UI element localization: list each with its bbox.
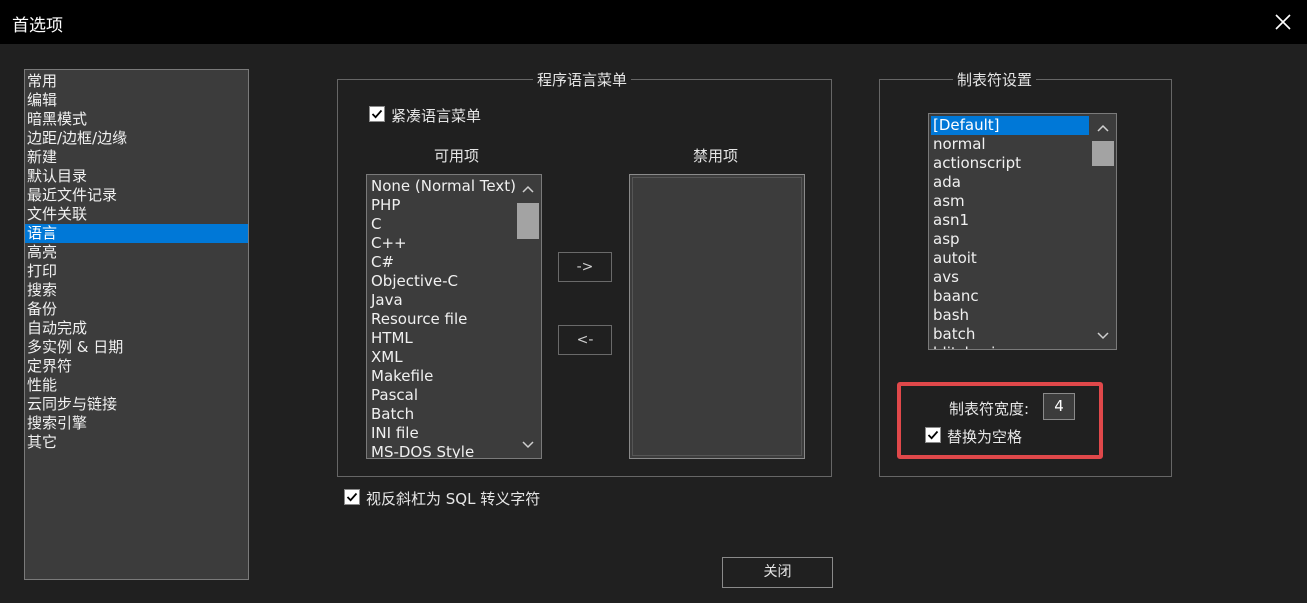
- category-item[interactable]: 搜索引擎: [25, 414, 248, 433]
- tab-list-scroll-thumb[interactable]: [1092, 141, 1114, 166]
- sql-escape-label: 视反斜杠为 SQL 转义字符: [366, 490, 541, 508]
- tab-settings-title: 制表符设置: [953, 69, 1037, 90]
- available-header: 可用项: [434, 147, 480, 165]
- tab-width-input[interactable]: 4: [1043, 393, 1075, 420]
- replace-spaces-checkbox[interactable]: [925, 427, 941, 443]
- category-list[interactable]: 常用 编辑 暗黑模式 边距/边框/边缘 新建 默认目录 最近文件记录 文件关联 语言 高亮 打印 搜索…: [24, 69, 249, 580]
- available-scroll-thumb[interactable]: [517, 203, 539, 239]
- tab-language-item[interactable]: [Default]: [931, 116, 1089, 135]
- tab-language-item[interactable]: asn1: [931, 211, 1089, 230]
- tab-language-item[interactable]: batch: [931, 325, 1089, 344]
- available-language-item[interactable]: Objective-C: [369, 272, 517, 291]
- move-right-button[interactable]: ->: [558, 252, 612, 282]
- category-item[interactable]: 文件关联: [25, 205, 248, 224]
- category-item[interactable]: 自动完成: [25, 319, 248, 338]
- category-item[interactable]: 新建: [25, 148, 248, 167]
- tab-language-item[interactable]: asm: [931, 192, 1089, 211]
- tab-language-item[interactable]: autoit: [931, 249, 1089, 268]
- available-language-item[interactable]: C#: [369, 253, 517, 272]
- available-language-item[interactable]: C: [369, 215, 517, 234]
- available-language-item[interactable]: None (Normal Text): [369, 177, 517, 196]
- category-item[interactable]: 边距/边框/边缘: [25, 129, 248, 148]
- category-item[interactable]: 默认目录: [25, 167, 248, 186]
- sql-escape-checkbox[interactable]: [344, 489, 360, 505]
- category-item[interactable]: 云同步与链接: [25, 395, 248, 414]
- available-language-item[interactable]: MS-DOS Style: [369, 443, 517, 458]
- category-item[interactable]: 常用: [25, 72, 248, 91]
- check-icon: [927, 430, 939, 440]
- title-bar: 首选项: [0, 0, 1307, 44]
- compact-menu-label: 紧凑语言菜单: [391, 107, 482, 125]
- tab-language-item[interactable]: asp: [931, 230, 1089, 249]
- available-languages-list[interactable]: None (Normal Text) PHP C C++ C# Objective-C Ja…: [366, 174, 542, 459]
- category-item[interactable]: 定界符: [25, 357, 248, 376]
- category-item[interactable]: 打印: [25, 262, 248, 281]
- close-button[interactable]: 关闭: [722, 557, 833, 588]
- chevron-up-icon[interactable]: [520, 183, 536, 195]
- chevron-down-icon[interactable]: [520, 439, 536, 451]
- disabled-header: 禁用项: [693, 147, 739, 165]
- tab-language-item[interactable]: ada: [931, 173, 1089, 192]
- tab-language-item[interactable]: normal: [931, 135, 1089, 154]
- category-item[interactable]: 搜索: [25, 281, 248, 300]
- available-language-item[interactable]: Pascal: [369, 386, 517, 405]
- tab-language-item[interactable]: avs: [931, 268, 1089, 287]
- compact-menu-checkbox[interactable]: [369, 106, 385, 122]
- category-item[interactable]: 备份: [25, 300, 248, 319]
- category-item[interactable]: 多实例 & 日期: [25, 338, 248, 357]
- window-title: 首选项: [12, 16, 63, 36]
- available-scrollbar[interactable]: [515, 175, 541, 458]
- tab-language-item[interactable]: bash: [931, 306, 1089, 325]
- check-icon: [371, 109, 383, 119]
- category-item[interactable]: 其它: [25, 433, 248, 452]
- available-language-item[interactable]: INI file: [369, 424, 517, 443]
- move-left-button[interactable]: <-: [558, 325, 612, 355]
- tab-list-scrollbar[interactable]: [1090, 114, 1116, 349]
- available-language-item[interactable]: XML: [369, 348, 517, 367]
- category-item[interactable]: 暗黑模式: [25, 110, 248, 129]
- available-language-item[interactable]: Makefile: [369, 367, 517, 386]
- available-language-item[interactable]: Java: [369, 291, 517, 310]
- category-item[interactable]: 性能: [25, 376, 248, 395]
- available-language-item[interactable]: PHP: [369, 196, 517, 215]
- available-language-item[interactable]: C++: [369, 234, 517, 253]
- category-item[interactable]: 高亮: [25, 243, 248, 262]
- tab-language-item[interactable]: actionscript: [931, 154, 1089, 173]
- check-icon: [346, 492, 358, 502]
- tab-language-item[interactable]: blitzbasic: [931, 344, 1089, 349]
- disabled-languages-list[interactable]: [629, 174, 805, 459]
- chevron-up-icon[interactable]: [1095, 122, 1111, 134]
- tab-language-list[interactable]: [Default] normal actionscript ada asm asn1 asp…: [928, 113, 1117, 350]
- language-menu-title: 程序语言菜单: [533, 69, 632, 90]
- available-language-item[interactable]: HTML: [369, 329, 517, 348]
- available-language-item[interactable]: Batch: [369, 405, 517, 424]
- replace-spaces-label: 替换为空格: [947, 428, 1023, 446]
- close-window-button[interactable]: [1267, 6, 1299, 38]
- chevron-down-icon[interactable]: [1095, 330, 1111, 342]
- close-icon: [1275, 14, 1291, 30]
- available-language-item[interactable]: Resource file: [369, 310, 517, 329]
- category-item[interactable]: 最近文件记录: [25, 186, 248, 205]
- category-item[interactable]: 语言: [25, 224, 248, 243]
- tab-language-item[interactable]: baanc: [931, 287, 1089, 306]
- tab-width-label: 制表符宽度:: [949, 400, 1030, 418]
- category-item[interactable]: 编辑: [25, 91, 248, 110]
